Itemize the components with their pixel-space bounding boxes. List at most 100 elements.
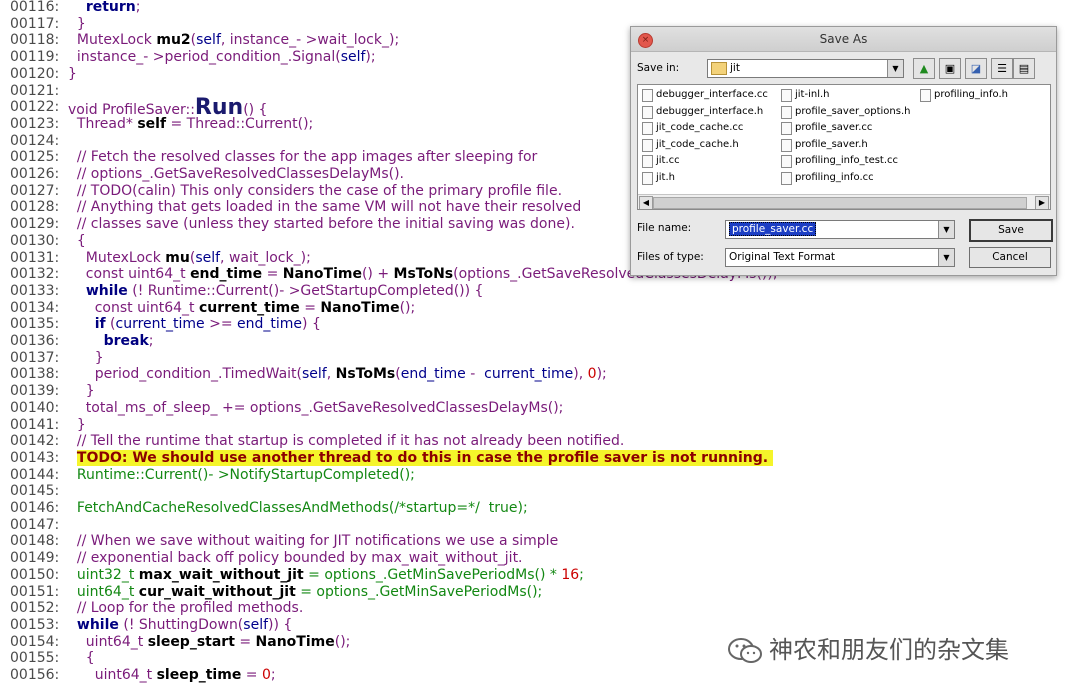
file-icon	[642, 105, 653, 119]
code-token: max_wait_without_jit	[138, 566, 304, 583]
code-token: 16	[561, 566, 580, 583]
scroll-thumb[interactable]	[653, 197, 1027, 209]
save-as-dialog: × Save As Save in: jit ▼ ▲ ▣ ◪ ☰ ▤ debug…	[630, 26, 1057, 276]
line-number: 00146:	[10, 500, 60, 516]
list-view-icon[interactable]: ☰	[991, 58, 1013, 79]
code-token: break	[103, 333, 149, 349]
chevron-down-icon[interactable]: ▼	[938, 249, 954, 266]
code-token: {	[68, 232, 86, 249]
code-token: = options_.GetMinSavePeriodMs();	[295, 583, 543, 600]
file-icon	[781, 105, 792, 119]
line-text: while (! ShuttingDown(self)) {	[68, 617, 292, 634]
scroll-left-icon[interactable]: ◀	[639, 196, 653, 209]
code-token: return	[85, 0, 136, 15]
code-token: if	[94, 316, 106, 333]
line-text: }	[68, 66, 77, 83]
file-name-label: File name:	[637, 222, 692, 234]
code-token: self	[137, 115, 167, 132]
file-name-field[interactable]: profile_saver.cc ▼	[725, 220, 955, 239]
horizontal-scrollbar[interactable]: ◀ ▶	[638, 194, 1050, 209]
line-text: // options_.GetSaveResolvedClassesDelayM…	[68, 166, 404, 183]
line-number: 00145:	[10, 483, 60, 500]
line-number: 00134:	[10, 299, 60, 316]
files-of-type-dropdown[interactable]: Original Text Format ▼	[725, 248, 955, 267]
code-token: NsToMs	[335, 366, 396, 383]
line-number: 00120:	[10, 65, 60, 82]
code-token: end_time	[400, 366, 466, 383]
line-number: 00128:	[10, 199, 60, 216]
code-token: ),	[573, 366, 588, 383]
file-icon	[920, 89, 931, 102]
line-text: total_ms_of_sleep_ += options_.GetSaveRe…	[68, 400, 564, 417]
line-text: return;	[68, 0, 141, 16]
code-token: =	[299, 299, 321, 316]
code-token: ) {	[302, 316, 321, 333]
line-number: 00126:	[10, 166, 60, 182]
code-token: // exponential back off policy bounded b…	[68, 550, 523, 567]
details-view-icon[interactable]: ▤	[1013, 58, 1035, 79]
save-in-dropdown[interactable]: jit ▼	[707, 59, 904, 78]
code-token: // TODO(calin) This only considers the c…	[68, 182, 563, 199]
desktop-icon[interactable]: ▣	[939, 58, 961, 79]
line-number: 00117:	[10, 15, 60, 32]
line-number: 00132:	[10, 266, 60, 283]
new-folder-icon[interactable]: ◪	[965, 58, 987, 79]
folder-icon	[711, 62, 727, 75]
code-token: const uint64_t	[68, 299, 199, 316]
line-text: // Anything that gets loaded in the same…	[68, 199, 581, 216]
code-token: ();	[334, 633, 351, 650]
chevron-down-icon[interactable]: ▼	[938, 221, 954, 238]
up-folder-icon[interactable]: ▲	[913, 58, 935, 79]
file-name: jit.h	[656, 172, 675, 183]
code-token: uint32_t	[68, 566, 139, 583]
code-token: }	[68, 65, 77, 82]
line-text: instance_- >period_condition_.Signal(sel…	[68, 49, 376, 66]
line-text: }	[68, 350, 104, 367]
code-token: self	[340, 49, 366, 66]
code-token: // Anything that gets loaded in the same…	[68, 199, 582, 216]
line-text: // Fetch the resolved classes for the ap…	[68, 149, 537, 166]
line-text: uint64_t sleep_time = 0;	[68, 667, 276, 684]
line-text: {	[68, 650, 95, 667]
line-number: 00123:	[10, 115, 60, 132]
watermark: 神农和朋友们的杂文集	[727, 633, 1009, 667]
file-icon	[642, 155, 653, 169]
code-token: // Tell the runtime that startup is comp…	[68, 433, 625, 450]
watermark-text: 神农和朋友们的杂文集	[769, 636, 1009, 664]
cancel-button[interactable]: Cancel	[969, 247, 1051, 268]
code-token: 0	[261, 667, 271, 683]
code-token: , instance_- >wait_lock_);	[220, 32, 400, 49]
line-text: MutexLock mu2(self, instance_- >wait_loc…	[68, 32, 399, 49]
file-list[interactable]: debugger_interface.cc debugger_interface.…	[637, 84, 1051, 210]
code-token: sleep_start	[147, 633, 235, 650]
code-token: self	[302, 366, 327, 383]
code-token: -	[465, 366, 485, 383]
code-token: 0	[587, 366, 597, 383]
line-number: 00148:	[10, 533, 60, 550]
code-token: (! ShuttingDown(	[118, 616, 244, 633]
code-token: TODO: We should use another thread to do…	[76, 449, 773, 466]
line-number: 00130:	[10, 232, 60, 249]
scroll-right-icon[interactable]: ▶	[1035, 196, 1049, 209]
line-number: 00154:	[10, 633, 60, 650]
line-text: uint64_t cur_wait_without_jit = options_…	[68, 584, 542, 601]
file-name: jit.cc	[656, 155, 680, 167]
code-token: while	[85, 282, 128, 299]
line-number: 00156:	[10, 667, 60, 683]
code-token: cur_wait_without_jit	[138, 583, 296, 600]
line-number: 00153:	[10, 616, 60, 633]
line-number: 00116:	[10, 0, 60, 15]
code-token: MutexLock	[68, 249, 166, 266]
line-number: 00118:	[10, 32, 60, 49]
code-token: );	[365, 49, 376, 66]
save-button[interactable]: Save	[969, 219, 1053, 242]
file-name: profile_saver.h	[795, 138, 868, 150]
code-token: current_time	[484, 366, 574, 383]
line-text: // Tell the runtime that startup is comp…	[68, 433, 624, 450]
code-token: self	[196, 32, 221, 49]
code-token: ();	[399, 299, 416, 316]
code-token: ;	[148, 333, 154, 349]
chevron-down-icon[interactable]: ▼	[887, 60, 903, 77]
